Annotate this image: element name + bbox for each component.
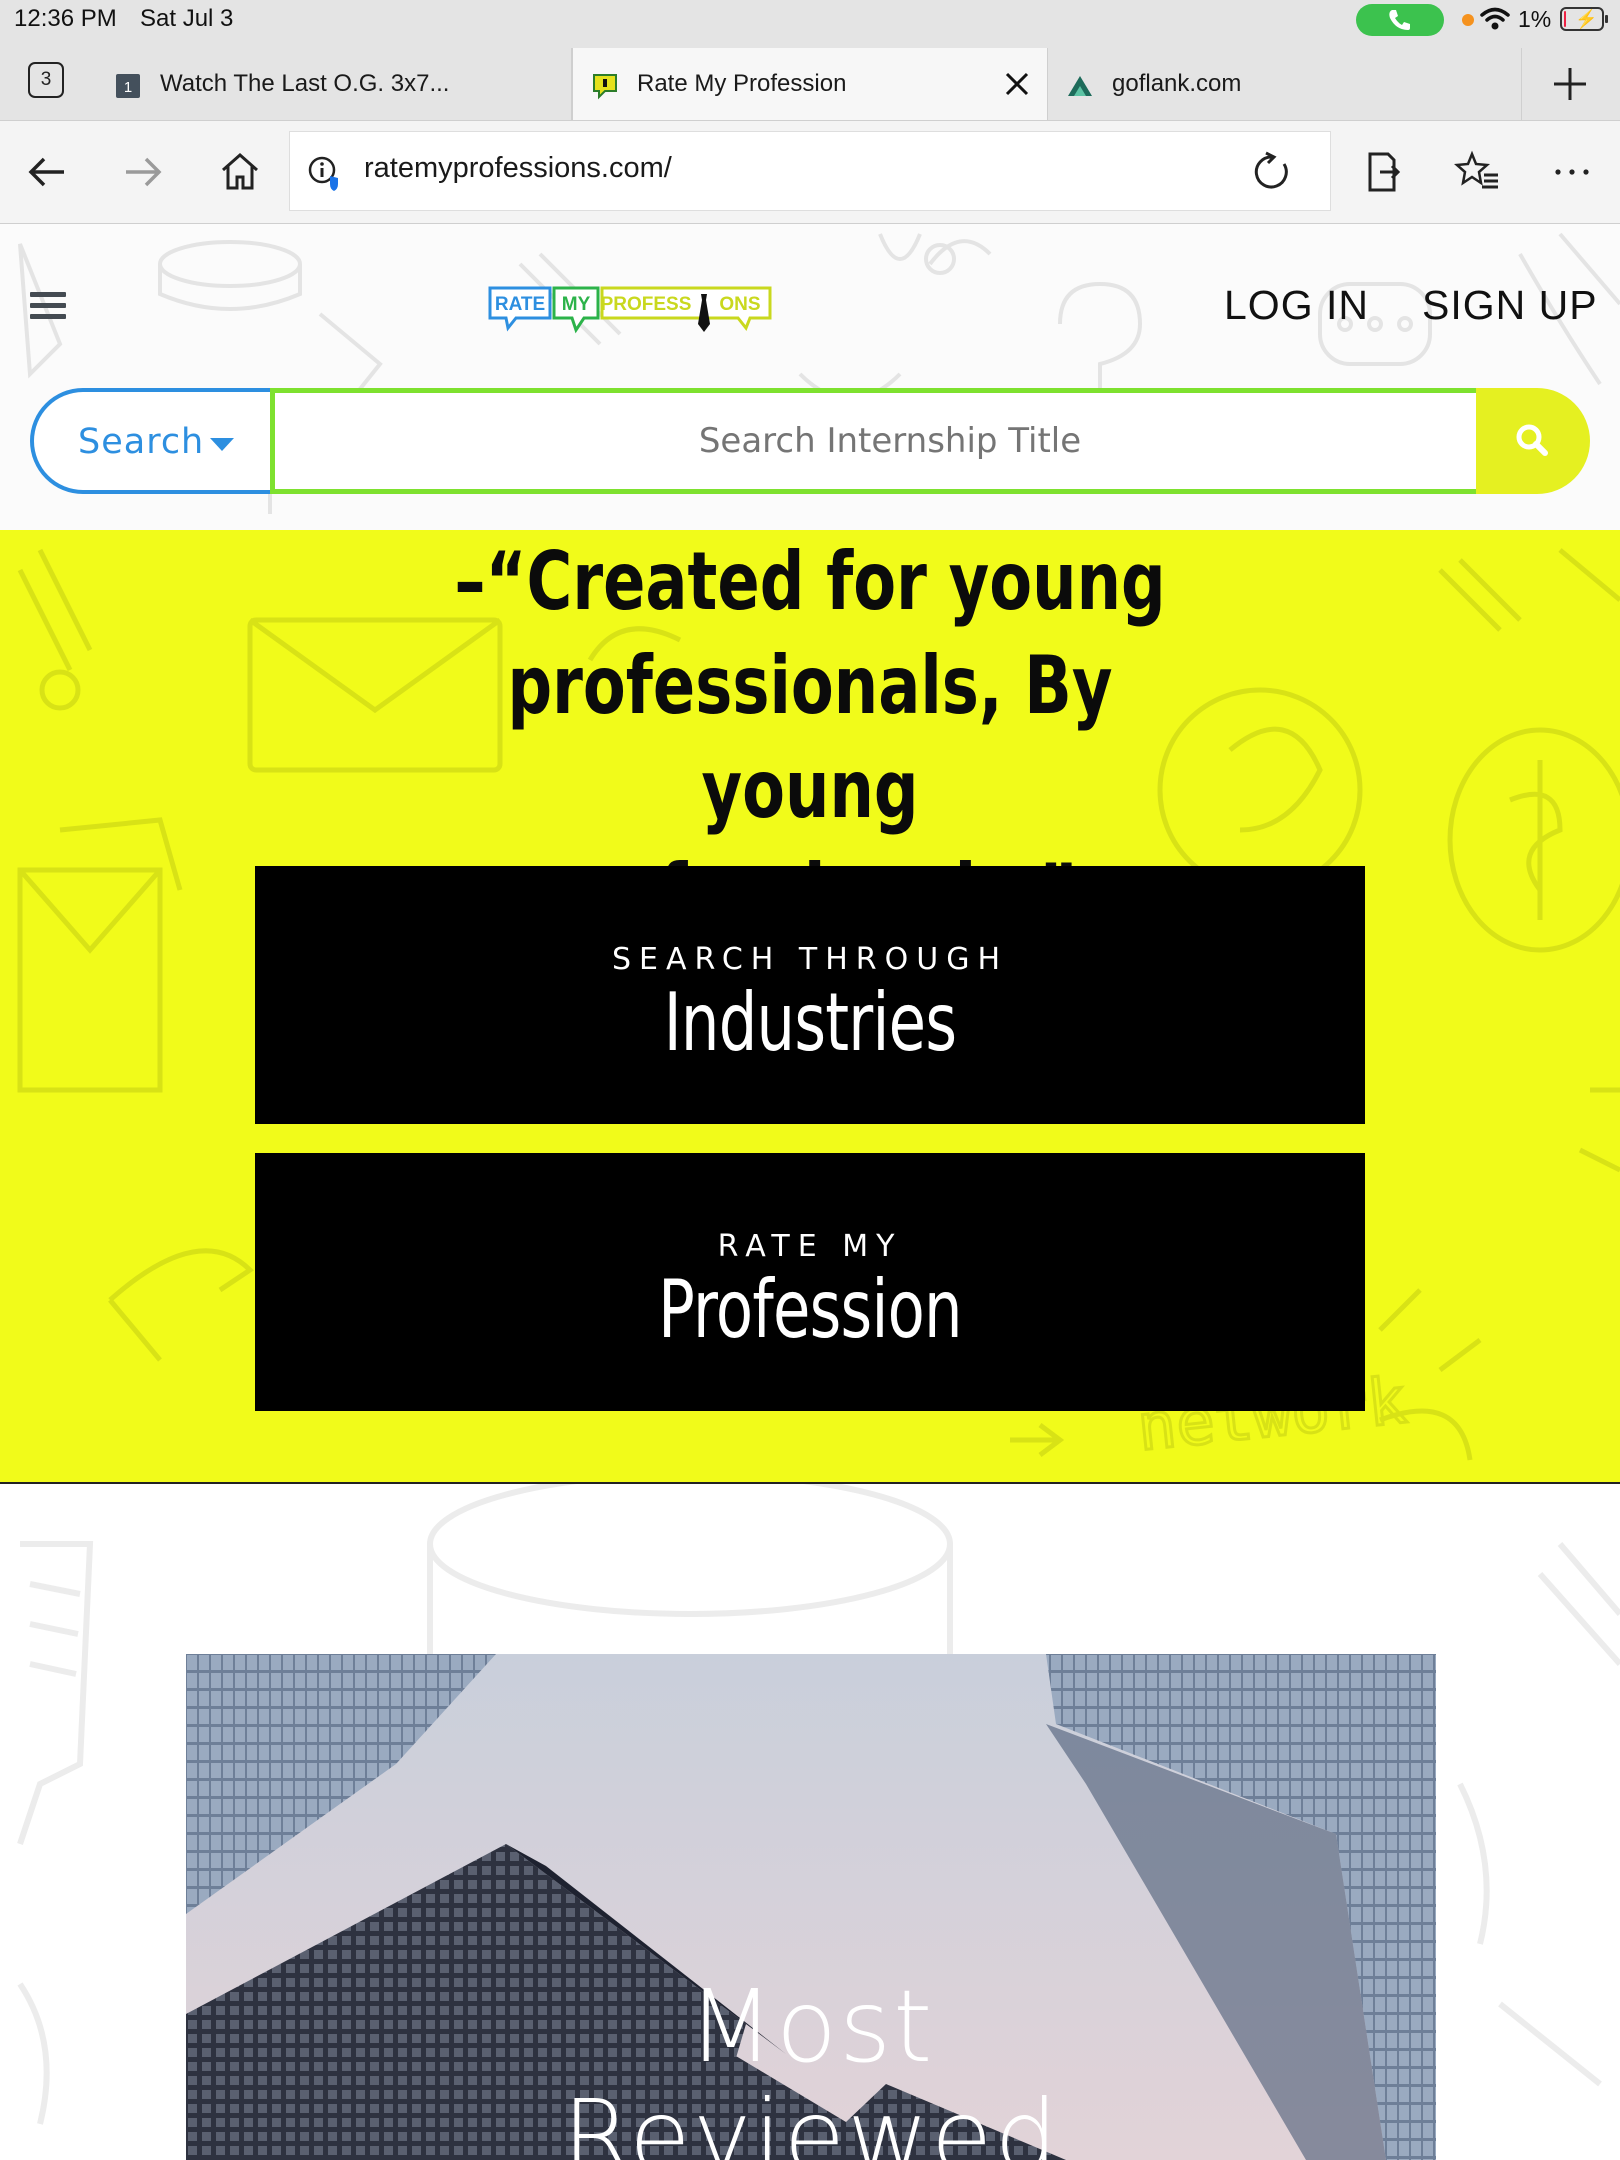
read-aloud-icon[interactable]	[1358, 148, 1406, 196]
search-industries-button[interactable]: SEARCH THROUGH Industries	[255, 866, 1365, 1124]
tab-watch-last-og[interactable]: 1 Watch The Last O.G. 3x7...	[96, 48, 572, 120]
cta-title: Profession	[658, 1263, 962, 1356]
search-bar: Search	[30, 388, 1590, 494]
quote-line-1: –“Created for young	[454, 535, 1166, 628]
search-type-dropdown[interactable]: Search	[30, 388, 274, 494]
quote-line-2: professionals, By young	[507, 639, 1113, 836]
navigation-bar: ratemyprofessions.com/	[0, 121, 1620, 224]
site-info-icon[interactable]	[308, 156, 344, 192]
title-line-2: Reviewed	[562, 2078, 1060, 2160]
most-reviewed-title: Most Reviewed	[186, 1972, 1436, 2160]
status-time: 12:36 PM	[14, 5, 117, 32]
cta-subtitle: RATE MY	[717, 1229, 903, 1264]
caret-down-icon	[210, 438, 234, 451]
home-icon[interactable]	[216, 148, 264, 196]
hamburger-menu-icon[interactable]	[30, 292, 66, 322]
most-reviewed-section: Most Reviewed	[0, 1484, 1620, 2160]
login-link[interactable]: LOG IN	[1224, 282, 1369, 329]
mic-in-use-dot	[1462, 14, 1474, 26]
favorites-icon[interactable]	[1454, 148, 1502, 196]
signup-link[interactable]: SIGN UP	[1422, 282, 1598, 329]
favicon-badge: 1	[124, 79, 132, 96]
search-icon	[1516, 424, 1548, 456]
title-line-1: Most	[687, 1968, 935, 2085]
cta-subtitle: SEARCH THROUGH	[611, 942, 1009, 977]
video-favicon-icon: 1	[116, 74, 140, 98]
triangle-favicon-icon	[1068, 76, 1092, 96]
forward-arrow-icon[interactable]	[118, 148, 166, 196]
tab-title: Watch The Last O.G. 3x7...	[160, 70, 450, 97]
tab-bar: 3 1 Watch The Last O.G. 3x7... Rate My P…	[0, 40, 1620, 121]
reload-icon[interactable]	[1250, 150, 1294, 194]
url-text: ratemyprofessions.com/	[364, 152, 672, 184]
tab-title: Rate My Profession	[637, 70, 847, 97]
battery-icon: ⚡	[1560, 7, 1608, 31]
battery-percent: 1%	[1518, 6, 1552, 32]
back-arrow-icon[interactable]	[24, 148, 72, 196]
rate-my-profession-button[interactable]: RATE MY Profession	[255, 1153, 1365, 1411]
logo-word-ons: ONS	[719, 294, 760, 315]
logo-word-profess: PROFESS	[601, 294, 692, 315]
logo-word-rate: RATE	[495, 294, 545, 315]
status-date: Sat Jul 3	[140, 5, 234, 32]
logo-word-my: MY	[562, 294, 591, 315]
active-call-indicator[interactable]	[1356, 4, 1444, 36]
charging-bolt-icon: ⚡	[1575, 9, 1598, 29]
site-logo[interactable]: RATE MY PROFESS ONS	[488, 284, 772, 342]
wifi-icon	[1480, 7, 1510, 30]
address-bar[interactable]: ratemyprofessions.com/	[289, 131, 1331, 211]
search-input[interactable]	[270, 388, 1510, 494]
tab-count-button[interactable]: 3	[28, 62, 64, 98]
search-button[interactable]	[1476, 388, 1590, 494]
search-dropdown-label: Search	[78, 422, 205, 462]
tab-goflank[interactable]: goflank.com	[1048, 48, 1522, 120]
close-tab-icon[interactable]	[999, 66, 1035, 102]
hero-section: network –“Created for young professional…	[0, 530, 1620, 1484]
rmp-favicon-icon	[593, 74, 617, 100]
phone-icon	[1389, 10, 1410, 30]
new-tab-icon[interactable]	[1540, 60, 1600, 108]
tab-title: goflank.com	[1112, 70, 1242, 97]
tab-rate-my-profession[interactable]: Rate My Profession	[572, 48, 1048, 120]
status-bar: 12:36 PM Sat Jul 3 1% ⚡	[0, 0, 1620, 40]
cta-title: Industries	[663, 976, 957, 1069]
more-options-icon[interactable]	[1548, 148, 1596, 196]
most-reviewed-image[interactable]: Most Reviewed	[186, 1654, 1436, 2160]
